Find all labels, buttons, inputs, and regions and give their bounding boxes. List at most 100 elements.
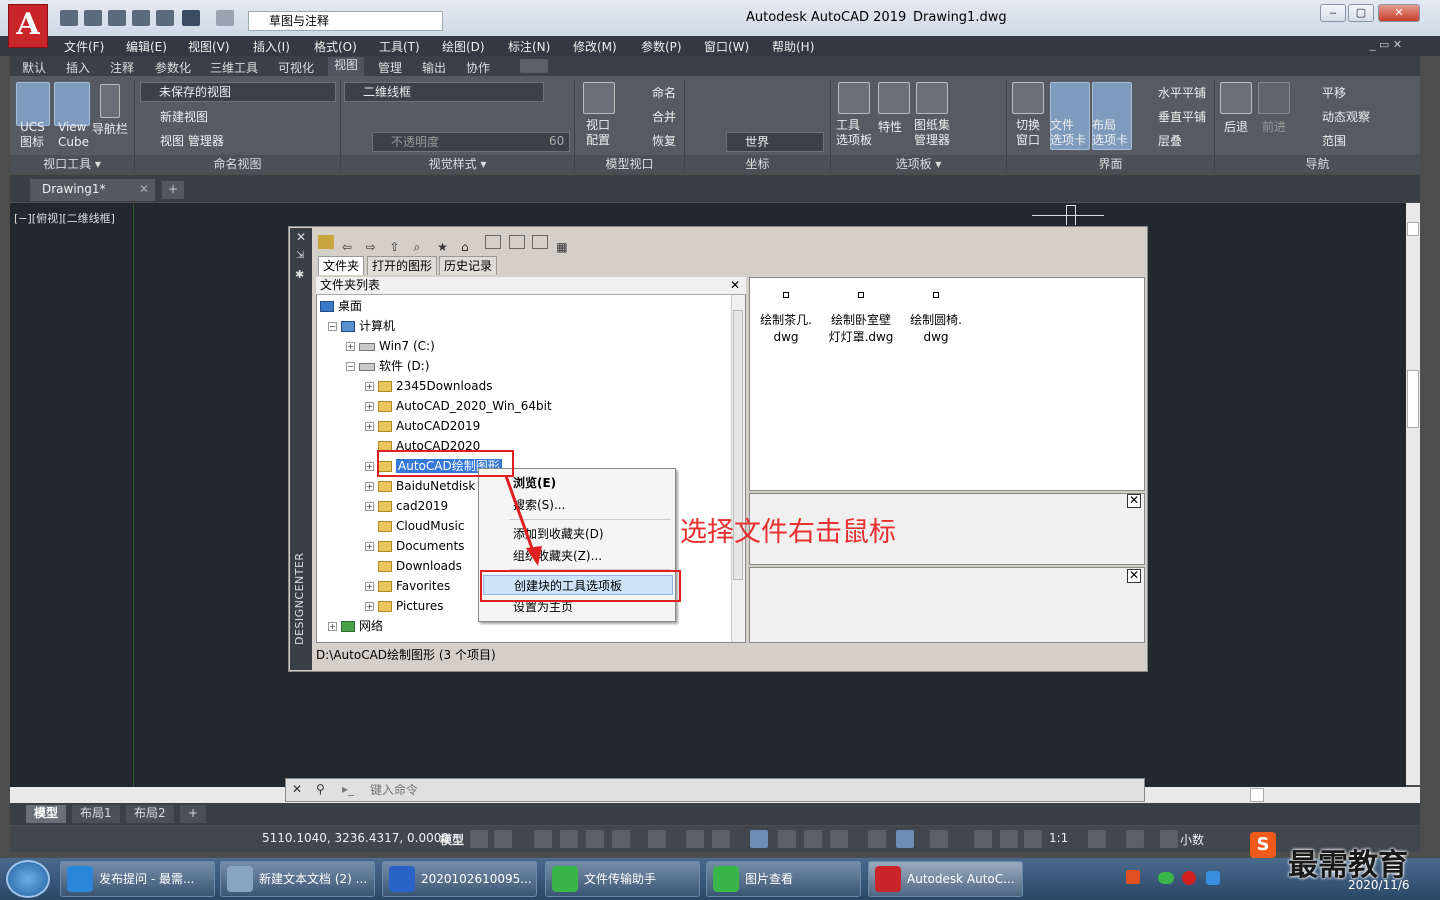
dynamic-ucs-icon[interactable] bbox=[712, 830, 730, 848]
ribbon-tab[interactable]: 参数化 bbox=[155, 59, 191, 76]
tab-folders[interactable]: 文件夹 bbox=[318, 256, 365, 275]
tab-layout2[interactable]: 布局2 bbox=[126, 805, 174, 823]
coordinate-readout[interactable]: 5110.1040, 3236.4317, 0.0000 bbox=[262, 831, 449, 845]
task-wechat-file[interactable]: 文件传输助手 bbox=[545, 861, 700, 897]
tree-node[interactable]: + Favorites bbox=[365, 577, 450, 595]
ime-icon[interactable] bbox=[1126, 870, 1140, 884]
tree-node[interactable]: 桌面 bbox=[320, 297, 362, 315]
plot-icon[interactable] bbox=[156, 10, 174, 26]
tool-palettes-label[interactable]: 工具 选项板 bbox=[836, 118, 872, 148]
dwg-file-item[interactable]: 绘制茶几. dwg bbox=[750, 288, 822, 346]
annotation-monitor-icon[interactable] bbox=[804, 830, 822, 848]
autocad-logo-icon[interactable]: A bbox=[8, 4, 48, 48]
menu-item[interactable]: 绘图(D) bbox=[442, 38, 485, 55]
menu-item[interactable]: 文件(F) bbox=[64, 38, 104, 55]
view-back-label[interactable]: 后退 bbox=[1224, 118, 1248, 135]
tree-node[interactable]: + Pictures bbox=[365, 597, 444, 615]
expand-toggle-icon[interactable]: − bbox=[328, 322, 337, 331]
close-palette-icon[interactable]: ✕ bbox=[296, 230, 306, 244]
redo-icon[interactable] bbox=[216, 10, 234, 26]
close-app-button[interactable]: ✕ bbox=[1378, 4, 1420, 22]
document-tab[interactable]: Drawing1* ✕ bbox=[30, 179, 155, 201]
model-space-button[interactable]: 模型 bbox=[440, 831, 464, 848]
ribbon-minimize-icon[interactable] bbox=[520, 59, 548, 73]
expand-toggle-icon[interactable]: + bbox=[346, 342, 355, 351]
panel-title[interactable]: 视觉样式 ▾ bbox=[341, 155, 574, 173]
menu-item[interactable]: 编辑(E) bbox=[126, 38, 167, 55]
ribbon-tab[interactable]: 输出 bbox=[422, 59, 446, 76]
minimize-button[interactable]: ‒ bbox=[1320, 4, 1346, 22]
orbit-button[interactable]: 动态观察 bbox=[1322, 108, 1370, 125]
close-preview-icon[interactable]: ✕ bbox=[1127, 494, 1141, 508]
navbar-icon[interactable] bbox=[100, 84, 120, 118]
tab-history[interactable]: 历史记录 bbox=[439, 256, 498, 275]
autoscale-icon[interactable] bbox=[1000, 830, 1018, 848]
expand-toggle-icon[interactable]: + bbox=[365, 542, 374, 551]
autohide-icon[interactable]: ⇲ bbox=[296, 250, 304, 261]
home-icon[interactable]: ⌂ bbox=[461, 240, 477, 254]
view-manager-button[interactable]: 视图 管理器 bbox=[160, 132, 224, 149]
tree-node[interactable]: + 网络 bbox=[328, 617, 383, 635]
sheetset-label[interactable]: 图纸集 管理器 bbox=[914, 118, 950, 148]
isolate-icon[interactable] bbox=[930, 830, 948, 848]
isodraft-icon[interactable] bbox=[586, 830, 604, 848]
tree-node[interactable]: CloudMusic bbox=[365, 517, 464, 535]
open-file-icon[interactable] bbox=[84, 10, 102, 26]
views-icon[interactable]: ▦ bbox=[556, 240, 572, 254]
workspace-gear-icon[interactable] bbox=[1088, 830, 1106, 848]
expand-toggle-icon[interactable]: + bbox=[328, 622, 337, 631]
polar-icon[interactable] bbox=[560, 830, 578, 848]
undo-icon[interactable] bbox=[182, 10, 200, 26]
opacity-slider[interactable]: 不透明度 bbox=[372, 132, 570, 152]
customize-cmd-icon[interactable]: ⚲ bbox=[316, 782, 325, 796]
viewport-join-button[interactable]: 合并 bbox=[652, 108, 676, 125]
menu-item[interactable]: 窗口(W) bbox=[704, 38, 749, 55]
task-ie[interactable]: 发布提问 - 最需... bbox=[60, 861, 215, 897]
tab-open-drawings[interactable]: 打开的图形 bbox=[367, 256, 438, 275]
menu-item[interactable]: 参数(P) bbox=[641, 38, 682, 55]
ribbon-tab[interactable]: 可视化 bbox=[278, 59, 314, 76]
lineweight-icon[interactable] bbox=[686, 830, 704, 848]
search-icon[interactable]: ⌕ bbox=[413, 240, 429, 254]
menu-item[interactable]: 插入(I) bbox=[253, 38, 290, 55]
favorites-icon[interactable]: ★ bbox=[437, 240, 453, 254]
menu-item[interactable]: 工具(T) bbox=[379, 38, 420, 55]
wechat-tray-icon[interactable] bbox=[1158, 872, 1174, 884]
osnap-tracking-icon[interactable] bbox=[612, 830, 630, 848]
ribbon-tab[interactable]: 注释 bbox=[110, 59, 134, 76]
menu-item[interactable]: 标注(N) bbox=[508, 38, 550, 55]
sheetset-icon[interactable] bbox=[916, 82, 948, 114]
osnap-icon[interactable] bbox=[648, 830, 666, 848]
tree-node[interactable]: + Documents bbox=[365, 537, 464, 555]
close-cmd-icon[interactable]: ✕ bbox=[292, 782, 302, 796]
tree-node[interactable]: + Win7 (C:) bbox=[346, 337, 435, 355]
expand-toggle-icon[interactable]: + bbox=[365, 382, 374, 391]
new-view-button[interactable]: 新建视图 bbox=[160, 108, 208, 125]
cascade-button[interactable]: 层叠 bbox=[1158, 132, 1182, 149]
saved-view-dropdown[interactable]: 未保存的视图 bbox=[140, 82, 336, 102]
scale-icon[interactable] bbox=[1024, 830, 1042, 848]
panel-title[interactable]: 视口工具 ▾ bbox=[10, 155, 134, 173]
selection-cycling-icon[interactable] bbox=[750, 830, 768, 848]
viewport-name-button[interactable]: 命名 bbox=[652, 84, 676, 101]
ribbon-tab[interactable]: 三维工具 bbox=[210, 59, 258, 76]
add-layout-button[interactable]: + bbox=[180, 805, 207, 823]
tree-node[interactable]: + AutoCAD2019 bbox=[365, 417, 480, 435]
maximize-button[interactable]: ▢ bbox=[1348, 4, 1374, 22]
doc-window-controls[interactable]: _ ▭ ✕ bbox=[1370, 38, 1402, 51]
plus-icon[interactable] bbox=[1126, 830, 1144, 848]
command-input[interactable] bbox=[370, 781, 1130, 799]
task-image-viewer[interactable]: 图片查看 bbox=[706, 861, 861, 897]
tab-model[interactable]: 模型 bbox=[26, 805, 67, 823]
close-tree-icon[interactable]: ✕ bbox=[730, 277, 740, 294]
close-description-icon[interactable]: ✕ bbox=[1127, 569, 1141, 583]
quick-props-icon[interactable] bbox=[868, 830, 886, 848]
tree-node[interactable]: +2345Downloads bbox=[365, 377, 492, 395]
view-back-icon[interactable] bbox=[1220, 82, 1252, 114]
tab-layout1[interactable]: 布局1 bbox=[72, 805, 120, 823]
visual-style-dropdown[interactable]: 二维线框 bbox=[344, 82, 544, 102]
customize-icon[interactable] bbox=[1160, 830, 1178, 848]
viewport-config-label[interactable]: 视口 配置 bbox=[586, 118, 610, 148]
scroll-thumb[interactable] bbox=[1407, 222, 1419, 236]
preview-icon[interactable] bbox=[508, 235, 525, 249]
